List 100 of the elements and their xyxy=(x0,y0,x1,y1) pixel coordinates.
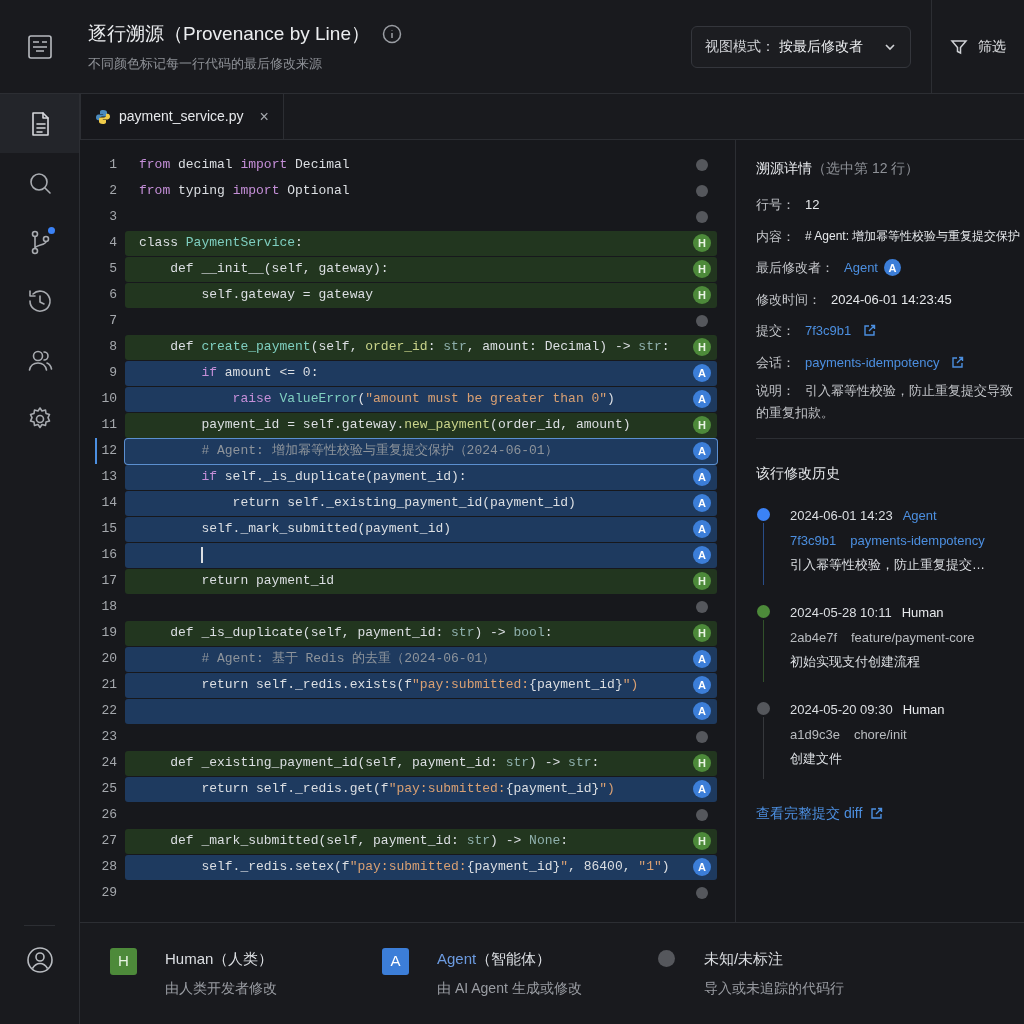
line-number: 25 xyxy=(100,780,118,799)
external-link-icon xyxy=(951,355,965,369)
history-title: 该行修改历史 xyxy=(756,464,841,483)
field-label: 会话： xyxy=(756,353,795,372)
commit-message: 引入幂等性校验，防止重复提交… xyxy=(790,556,985,574)
filter-icon xyxy=(950,37,968,56)
author-badge: A xyxy=(693,858,711,876)
sidebar-button[interactable] xyxy=(0,94,79,153)
code-text: return self._redis.get(f"pay:submitted:{payment_id}") xyxy=(200,780,615,799)
commit-hash[interactable]: 7f3c9b1 xyxy=(790,530,837,550)
line-number: 9 xyxy=(108,364,118,383)
close-tab-button[interactable]: × xyxy=(259,108,269,125)
code-text: return self._existing_payment_id(payment_id) xyxy=(231,494,576,513)
code-text: # Agent: 基于 Redis 的去重（2024-06-01） xyxy=(200,650,496,669)
code-text: def create_payment(self, order_id: str, amount: Decimal) -> str: xyxy=(169,338,670,357)
external-link-icon xyxy=(870,807,884,820)
description-text: 说明： 引入幂等性校验，防止重复提交导致的重复扣款。 xyxy=(756,382,1014,422)
link[interactable]: payments-idempotency xyxy=(805,352,940,372)
commit-time: 2024-05-20 09:30 xyxy=(790,701,893,719)
author-badge: A xyxy=(382,947,409,975)
info-icon[interactable] xyxy=(381,23,402,44)
code-text: from typing import Optional xyxy=(139,182,350,201)
field-label: 最后修改者： xyxy=(756,259,834,277)
link[interactable]: 7f3c9b1 xyxy=(805,321,852,341)
author-badge: H xyxy=(693,624,711,642)
commit-author: Agent xyxy=(902,507,937,525)
line-number: 8 xyxy=(108,338,118,357)
line-number: 4 xyxy=(108,234,118,253)
line-number: 16 xyxy=(100,546,118,565)
code-text: if amount <= 0: xyxy=(200,364,319,383)
line-number: 6 xyxy=(108,286,118,305)
field-value: # Agent: 增加幂等性校验与重复提交保护 xyxy=(805,228,1021,246)
code-text: def _is_duplicate(self, payment_id: str) -> bool: xyxy=(169,624,553,643)
legend-description: 由 AI Agent 生成或修改 xyxy=(437,979,582,999)
line-number: 14 xyxy=(100,494,118,513)
field-label: 提交： xyxy=(756,322,795,340)
author-badge: A xyxy=(693,390,711,408)
code-text: raise ValueError("amount must be greater than 0") xyxy=(231,390,615,409)
commit-time: 2024-06-01 14:23 xyxy=(790,507,893,525)
line-number: 1 xyxy=(108,156,118,175)
field-value: 2024-06-01 14:23:45 xyxy=(831,290,952,309)
commit-hash: a1d9c3e xyxy=(790,725,840,744)
author-name: Agent xyxy=(844,259,878,277)
code-text: def __init__(self, gateway): xyxy=(169,260,389,279)
details-subtitle: （选中第 12 行） xyxy=(812,160,920,176)
author-badge: A xyxy=(693,780,711,798)
legend-description: 由人类开发者修改 xyxy=(165,979,277,999)
author-badge: A xyxy=(693,494,711,512)
code-text: self.gateway = gateway xyxy=(200,286,374,305)
branch-name: feature/payment-core xyxy=(851,628,975,647)
view-mode-dropdown[interactable]: 视图模式： 按最后修改者 xyxy=(691,25,911,68)
line-number: 17 xyxy=(100,572,118,591)
details-title: 溯源详情 xyxy=(756,160,812,176)
branch-name: chore/init xyxy=(853,725,907,744)
commit-hash: 2ab4e7f xyxy=(790,628,837,647)
legend-title: 未知/未标注 xyxy=(704,948,785,969)
line-number: 13 xyxy=(100,468,118,487)
legend-title: Agent（智能体） xyxy=(437,948,553,969)
page-title: 逐行溯源（Provenance by Line） xyxy=(88,21,370,46)
code-text: # Agent: 增加幂等性校验与重复提交保护（2024-06-01） xyxy=(200,442,558,461)
code-text: payment_id = self.gateway.new_payment(order_id, amount) xyxy=(200,416,631,435)
line-number: 2 xyxy=(108,182,118,201)
legend-description: 导入或未追踪的代码行 xyxy=(704,979,844,999)
commit-message: 初始实现支付创建流程 xyxy=(790,653,921,671)
commit-author: Human xyxy=(901,604,944,622)
logo-icon xyxy=(27,33,53,60)
line-number: 3 xyxy=(108,208,118,227)
branch-name[interactable]: payments-idempotency xyxy=(850,530,985,550)
code-text: if self._is_duplicate(payment_id): xyxy=(200,468,467,487)
filter-button[interactable]: 筛选 xyxy=(932,25,1024,68)
line-number: 5 xyxy=(108,260,118,279)
line-number: 10 xyxy=(100,390,118,409)
author-badge: H xyxy=(693,416,711,434)
author-badge: H xyxy=(693,572,711,590)
full-diff-link[interactable]: 查看完整提交 diff xyxy=(756,803,884,824)
line-number: 20 xyxy=(100,650,118,669)
field-label: 行号： xyxy=(756,196,795,214)
author-badge: A xyxy=(693,442,711,460)
line-number: 28 xyxy=(100,858,118,877)
line-number: 24 xyxy=(100,754,118,773)
line-number: 23 xyxy=(100,728,118,747)
account-icon[interactable] xyxy=(25,946,54,974)
author-badge: A xyxy=(693,676,711,694)
code-text: self._redis.setex(f"pay:submitted:{payment_id}", 86400, "1") xyxy=(200,858,670,877)
code-text: return self._redis.exists(f"pay:submitted:{payment_id}") xyxy=(200,676,639,695)
line-number: 22 xyxy=(100,702,118,721)
field-label: 修改时间： xyxy=(756,290,821,309)
author-badge: H xyxy=(693,832,711,850)
author-badge: A xyxy=(884,259,901,277)
tab-label: payment_service.py xyxy=(119,107,244,126)
file-tab[interactable]: payment_service.py × xyxy=(80,94,284,139)
line-number: 11 xyxy=(100,416,118,435)
author-badge: A xyxy=(693,546,711,564)
line-number: 15 xyxy=(100,520,118,539)
code-text: def _mark_submitted(self, payment_id: str) -> None: xyxy=(169,832,569,851)
author-badge: H xyxy=(693,754,711,772)
external-link-icon xyxy=(863,324,877,338)
code-text: return payment_id xyxy=(200,572,335,591)
line-number: 7 xyxy=(108,312,118,331)
author-badge: H xyxy=(693,286,711,304)
